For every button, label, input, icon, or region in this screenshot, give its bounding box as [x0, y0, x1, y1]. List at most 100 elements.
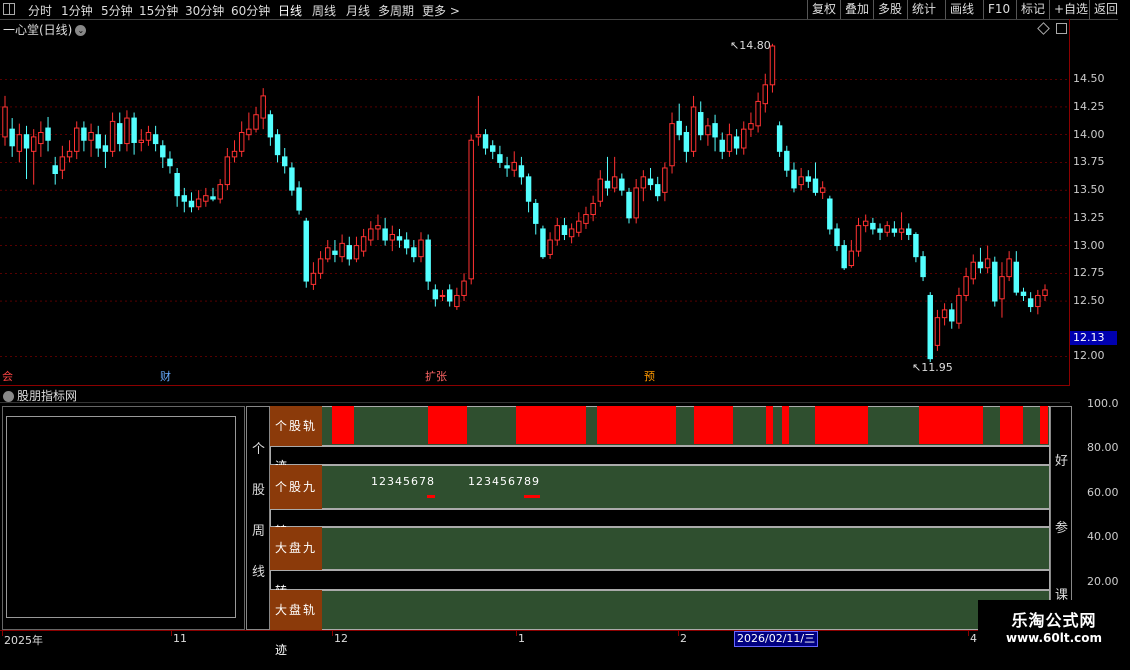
candle-body — [332, 250, 338, 255]
candle-body — [683, 131, 690, 152]
candle-body — [152, 134, 159, 145]
candle-body — [253, 114, 259, 130]
indicator-band-label: 个股九转 — [270, 465, 322, 538]
candle — [23, 125, 30, 180]
candle — [2, 95, 8, 146]
candle — [181, 187, 188, 213]
watermark-url: www.60lt.com — [1005, 631, 1103, 645]
candle-body — [325, 247, 331, 260]
price-label: 13.25 — [1073, 210, 1105, 224]
event-marker[interactable]: 财 — [158, 371, 173, 383]
candle-body — [95, 134, 101, 149]
candle-body — [167, 158, 173, 167]
indicator-scale-label: 40.00 — [1087, 530, 1119, 543]
candle-body — [145, 131, 152, 141]
band-separator — [270, 570, 1050, 590]
candle — [576, 212, 582, 237]
candle-body — [353, 245, 360, 260]
low-annotation-value: 11.95 — [921, 361, 953, 374]
candle-body — [475, 134, 482, 138]
candle — [267, 110, 274, 146]
watermark-title: 乐淘公式网 — [1011, 611, 1097, 630]
candle — [303, 217, 309, 288]
candle-body — [705, 125, 711, 136]
candle — [88, 123, 94, 157]
candle — [461, 273, 467, 302]
candle — [647, 167, 654, 191]
price-label: 14.25 — [1073, 99, 1105, 113]
candle — [360, 228, 367, 257]
candle-body — [231, 150, 238, 158]
candle — [977, 247, 984, 274]
candle-body — [2, 106, 8, 138]
candle-body — [934, 317, 941, 346]
candle-body — [339, 242, 345, 258]
candle — [827, 195, 833, 235]
candle-body — [138, 139, 144, 143]
candle — [956, 287, 962, 329]
candle — [669, 112, 675, 174]
candle — [920, 251, 926, 282]
candle — [382, 217, 388, 246]
right-label-char: 参 — [1055, 521, 1069, 536]
candle-body — [317, 258, 324, 274]
event-marker[interactable]: 会 — [0, 371, 15, 383]
candle — [640, 170, 647, 202]
candle-body — [698, 112, 704, 136]
track-signal-block — [1040, 406, 1048, 444]
candle — [468, 134, 474, 285]
candle — [145, 125, 152, 146]
candle-body — [992, 261, 998, 302]
candle-body — [906, 228, 912, 235]
candle — [963, 267, 969, 302]
candle — [497, 145, 503, 168]
indicator-band — [270, 527, 1050, 570]
candle — [109, 112, 116, 157]
track-signal-block — [597, 406, 676, 444]
candle-body — [109, 120, 116, 152]
candle — [970, 254, 976, 285]
candle — [102, 134, 109, 168]
candle-body — [181, 195, 188, 202]
candle — [45, 116, 51, 152]
candlestick-chart — [0, 43, 1070, 362]
indicator-band-label: 大盘九转 — [270, 527, 322, 598]
candle-body — [1013, 261, 1020, 293]
candle — [289, 162, 295, 196]
candle — [30, 129, 37, 185]
toolbar-button-8[interactable]: 返回 — [1089, 0, 1121, 19]
price-label: 12.00 — [1073, 349, 1105, 363]
indicator-menu-icon[interactable] — [3, 391, 14, 402]
high-annotation-value: 14.80 — [739, 39, 771, 52]
candle-body — [45, 127, 51, 141]
candle — [195, 190, 202, 211]
candle — [425, 234, 431, 290]
candle-body — [547, 239, 553, 255]
candle-body — [217, 184, 223, 200]
candle — [941, 303, 948, 326]
candle-body — [1020, 291, 1027, 296]
indicator-scale-label: 80.00 — [1087, 441, 1119, 454]
event-marker[interactable]: 扩张 — [423, 371, 449, 383]
candle-body — [497, 154, 503, 163]
event-marker[interactable]: 预 — [642, 371, 657, 383]
candle-body — [346, 245, 352, 260]
candle — [1027, 292, 1034, 313]
candle — [913, 232, 919, 263]
track-signal-block — [428, 406, 467, 444]
candle-body — [941, 309, 948, 319]
candle-body — [418, 239, 424, 258]
candle-body — [812, 178, 819, 193]
candle-body — [533, 202, 539, 224]
candle-body — [855, 225, 862, 252]
candle-body — [733, 136, 740, 149]
candle-body — [52, 165, 58, 175]
candle — [52, 156, 58, 185]
candle-body — [590, 202, 596, 216]
candle — [812, 162, 819, 196]
indicator-title[interactable]: 股朋指标网 — [3, 387, 77, 404]
candle-body — [303, 220, 309, 282]
price-label: 13.75 — [1073, 155, 1105, 169]
track-signal-block — [694, 406, 733, 444]
candle-body — [81, 127, 87, 141]
